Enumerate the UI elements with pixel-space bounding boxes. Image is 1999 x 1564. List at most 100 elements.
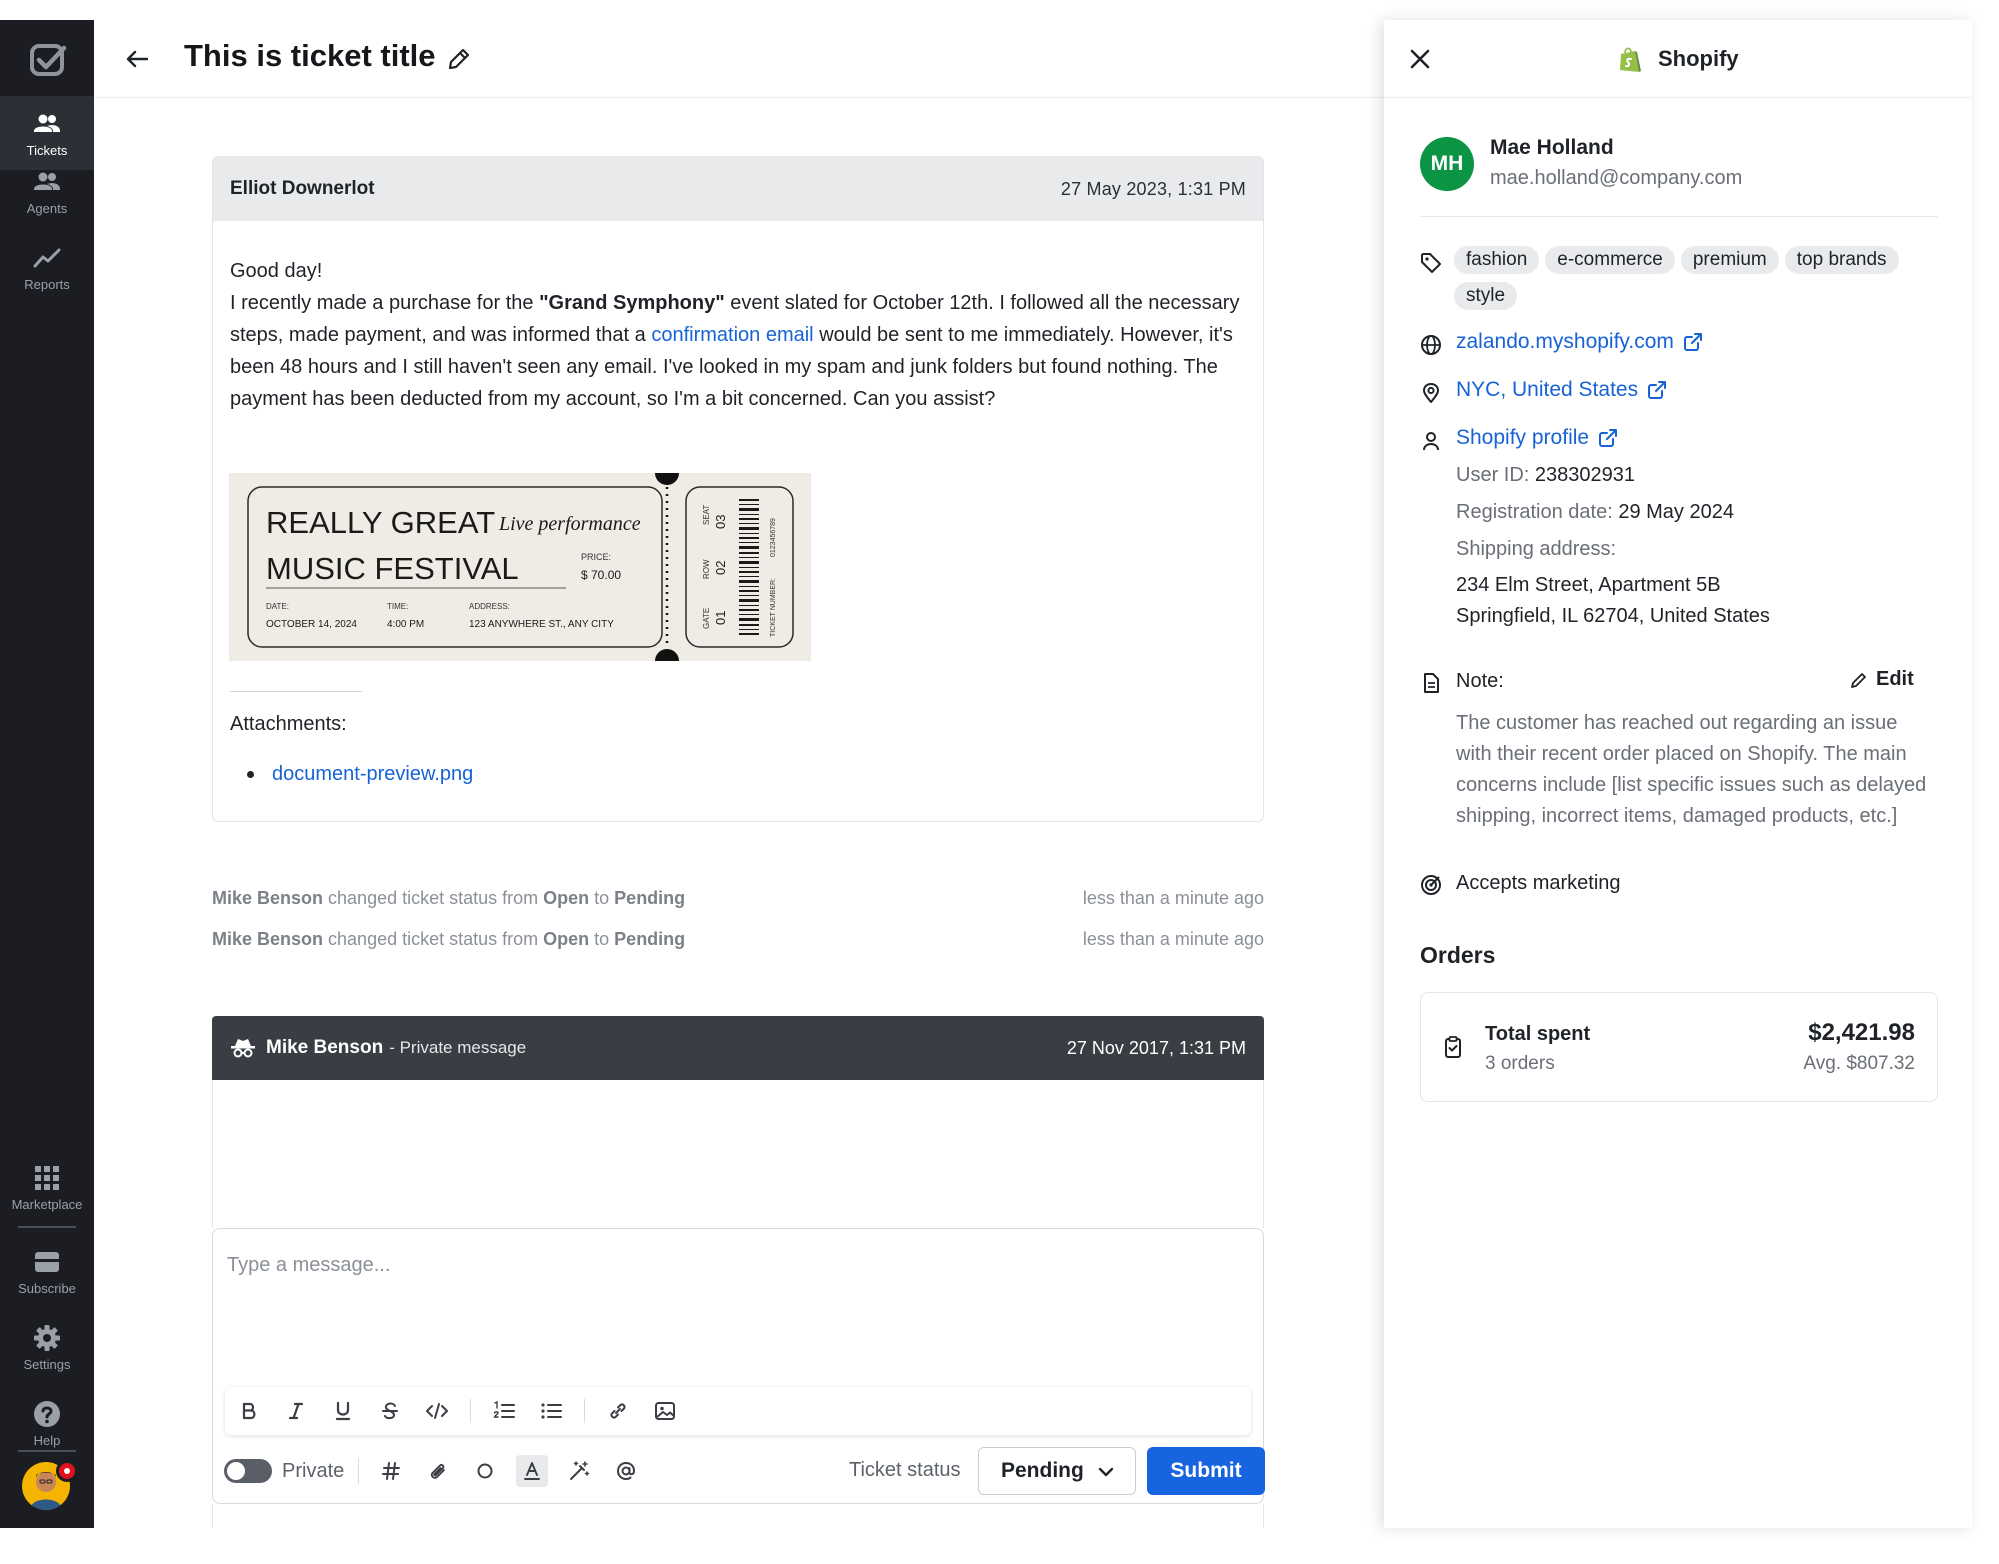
back-button[interactable] [120, 42, 154, 76]
link-button[interactable] [604, 1397, 632, 1425]
activity-item: Mike Benson changed ticket status from O… [212, 929, 1264, 950]
text-style-icon [524, 1462, 541, 1480]
message-input[interactable] [227, 1245, 1247, 1285]
location-link[interactable]: NYC, United States [1456, 378, 1667, 402]
incognito-icon [231, 1039, 255, 1058]
sidebar-separator [18, 1450, 76, 1452]
orders-summary-card[interactable]: Total spent 3 orders $2,421.98 Avg. $807… [1420, 992, 1938, 1102]
text-style-button[interactable] [516, 1455, 549, 1487]
submit-button[interactable]: Submit [1147, 1447, 1265, 1495]
gear-icon [34, 1324, 60, 1351]
message-author: Elliot Downerlot [230, 178, 375, 199]
formatting-toolbar [225, 1387, 1251, 1435]
arrow-left-icon [126, 50, 149, 68]
code-icon [426, 1403, 448, 1419]
ticket-image-seat: 03 [713, 515, 728, 529]
sidebar-item-agents[interactable]: Agents [0, 154, 94, 228]
composer-actions: Private Ticket status Pending Submit [223, 1447, 1265, 1495]
panel-divider [1420, 216, 1938, 217]
private-toggle-label: Private [282, 1459, 345, 1482]
hashtag-button[interactable] [375, 1455, 407, 1487]
ticket-image-address-label: ADDRESS: [469, 602, 510, 611]
sidebar-item-settings[interactable]: Settings [0, 1310, 94, 1384]
underline-button[interactable] [329, 1397, 357, 1425]
barcode [739, 499, 759, 635]
ticket-image-price-label: PRICE: [581, 552, 611, 562]
bullet-list-button[interactable] [537, 1397, 565, 1425]
shipping-address-label: Shipping address: [1456, 538, 1617, 560]
paperclip-icon [431, 1464, 446, 1479]
attachment-link[interactable]: document-preview.png [272, 763, 473, 785]
ticket-image-time-label: TIME: [387, 602, 408, 611]
pencil-icon [448, 48, 470, 70]
tag-chip[interactable]: premium [1680, 246, 1779, 274]
attach-file-button[interactable] [422, 1455, 454, 1487]
ticket-image-row-label: ROW [702, 559, 711, 579]
clipboard-check-icon [1443, 1035, 1467, 1061]
private-message-author: Mike Benson [266, 1037, 384, 1058]
message-text-part: I recently made a purchase for the [230, 292, 540, 314]
tag-chip[interactable]: fashion [1454, 246, 1540, 274]
page-title: This is ticket title [184, 38, 436, 73]
sidebar-item-help[interactable]: Help [0, 1386, 94, 1460]
app-logo-icon[interactable] [28, 40, 68, 80]
strikethrough-button[interactable] [376, 1397, 404, 1425]
close-icon [1410, 49, 1430, 69]
pencil-icon [1851, 672, 1866, 688]
note-label: Note: [1456, 670, 1504, 692]
ticket-image-ticket-number: 0123456789 [770, 518, 777, 557]
user-id-row: User ID: 238302931 [1456, 464, 1635, 487]
strikethrough-icon [382, 1402, 398, 1420]
sidebar-item-reports[interactable]: Reports [0, 230, 94, 304]
shipping-address: 234 Elm Street, Apartment 5B Springfield… [1456, 570, 1770, 632]
circle-button[interactable] [469, 1455, 501, 1487]
mention-button[interactable] [610, 1455, 642, 1487]
edit-title-button[interactable] [446, 46, 474, 74]
chart-line-icon [33, 248, 61, 267]
message-divider [230, 691, 362, 692]
ticket-image-row: 02 [713, 561, 728, 575]
activity-item: Mike Benson changed ticket status from O… [212, 888, 1264, 909]
private-toggle[interactable] [224, 1459, 272, 1483]
message-greeting: Good day! [230, 260, 323, 282]
user-id-label: User ID: [1456, 464, 1530, 486]
store-website-text: zalando.myshopify.com [1456, 330, 1674, 353]
ticket-image[interactable]: REALLY GREAT Live performance MUSIC FEST… [229, 461, 811, 673]
bold-button[interactable] [235, 1397, 263, 1425]
activity-from-status: Open [543, 888, 590, 908]
circle-icon [477, 1463, 493, 1479]
confirmation-email-link[interactable]: confirmation email [651, 324, 813, 346]
ordered-list-button[interactable] [490, 1397, 518, 1425]
close-panel-button[interactable] [1404, 43, 1436, 75]
store-website-link[interactable]: zalando.myshopify.com [1456, 330, 1703, 354]
tag-chip[interactable]: e-commerce [1545, 246, 1675, 274]
italic-button[interactable] [282, 1397, 310, 1425]
link-icon [610, 1403, 626, 1419]
sidebar-item-marketplace[interactable]: Marketplace [0, 1150, 94, 1224]
shopify-profile-link[interactable]: Shopify profile [1456, 426, 1618, 450]
left-sidebar: Tickets Agents Reports Marketplace Subsc… [0, 20, 94, 1528]
activity-to-word: to [589, 888, 615, 908]
orders-title: Orders [1420, 942, 1496, 968]
ticket-image-date: OCTOBER 14, 2024 [266, 619, 357, 630]
total-spent-value: $2,421.98 [1808, 1019, 1915, 1046]
customer-tags: fashion e-commerce premium top brands st… [1454, 246, 1934, 318]
globe-icon [1420, 334, 1442, 356]
tag-chip[interactable]: top brands [1784, 246, 1899, 274]
chevron-down-icon [1098, 1467, 1114, 1477]
sidebar-item-subscribe[interactable]: Subscribe [0, 1234, 94, 1308]
attachments-list: document-preview.png [230, 763, 473, 786]
insert-image-button[interactable] [651, 1397, 679, 1425]
code-button[interactable] [423, 1397, 451, 1425]
tag-chip[interactable]: style [1454, 282, 1518, 310]
document-icon [1420, 672, 1442, 694]
location-text: NYC, United States [1456, 378, 1639, 401]
ticket-image-ticket-number-label: TICKET NUMBER: [770, 578, 777, 637]
accepts-marketing: Accepts marketing [1456, 872, 1621, 894]
underline-icon [335, 1401, 351, 1421]
ticket-status-select[interactable]: Pending [978, 1447, 1136, 1495]
edit-note-button[interactable]: Edit [1850, 668, 1914, 691]
sidebar-item-label: Agents [26, 200, 68, 216]
registration-row: Registration date: 29 May 2024 [1456, 501, 1734, 524]
magic-wand-button[interactable] [563, 1455, 595, 1487]
